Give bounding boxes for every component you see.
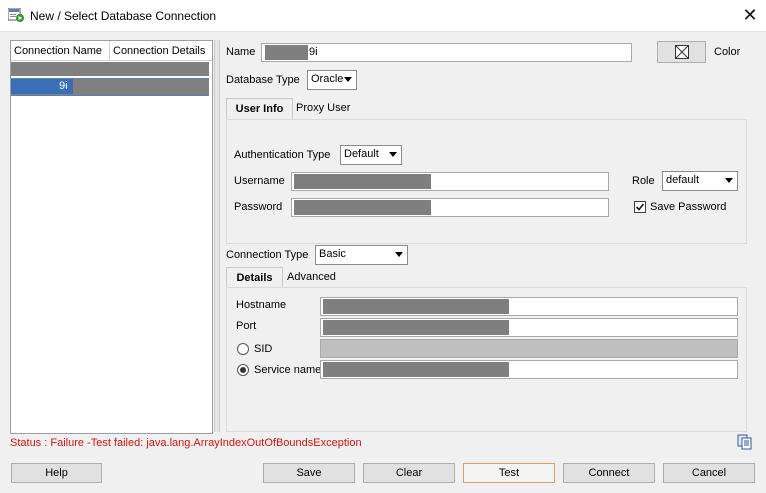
role-select[interactable]: default xyxy=(662,171,738,191)
connection-type-select[interactable]: Basic xyxy=(315,245,408,265)
chevron-down-icon xyxy=(725,178,733,183)
color-label: Color xyxy=(714,46,741,58)
tab-user-info[interactable]: User Info xyxy=(226,98,293,120)
password-input[interactable] xyxy=(291,198,609,217)
connect-button-label: Connect xyxy=(588,467,630,479)
chevron-down-icon xyxy=(344,77,352,82)
cancel-button-label: Cancel xyxy=(691,467,727,479)
redacted-text xyxy=(294,200,431,215)
tab-advanced[interactable]: Advanced xyxy=(287,271,336,283)
table-row[interactable] xyxy=(11,62,209,76)
redacted-text xyxy=(323,320,509,335)
connections-list: Connection Name Connection Details 9i xyxy=(10,40,213,434)
sid-label[interactable]: SID xyxy=(254,343,272,355)
column-header-connection-details[interactable]: Connection Details xyxy=(110,41,212,61)
hostname-input[interactable] xyxy=(320,297,738,316)
save-password-label[interactable]: Save Password xyxy=(650,201,726,213)
close-button[interactable]: ✕ xyxy=(738,4,762,26)
authentication-type-label: Authentication Type xyxy=(234,149,331,161)
help-button[interactable]: Help xyxy=(11,463,102,483)
connection-name-cell: 9i xyxy=(57,79,73,94)
connection-type-value: Basic xyxy=(319,248,346,260)
service-name-input[interactable] xyxy=(320,360,738,379)
title-bar: New / Select Database Connection ✕ xyxy=(0,0,766,32)
role-value: default xyxy=(666,174,700,186)
tab-details[interactable]: Details xyxy=(226,267,283,288)
sid-radio[interactable] xyxy=(237,343,249,355)
connect-button[interactable]: Connect xyxy=(563,463,655,483)
test-button-label: Test xyxy=(498,467,520,479)
database-type-value: Oracle xyxy=(311,73,344,85)
chevron-down-icon xyxy=(395,252,403,257)
database-type-select[interactable]: Oracle xyxy=(307,70,357,90)
save-button-label: Save xyxy=(296,467,322,479)
cancel-button[interactable]: Cancel xyxy=(663,463,755,483)
checkmark-icon xyxy=(635,203,645,211)
username-label: Username xyxy=(234,175,285,187)
chevron-down-icon xyxy=(389,152,397,157)
password-label: Password xyxy=(234,201,283,213)
redacted-text xyxy=(323,299,509,314)
clear-button[interactable]: Clear xyxy=(363,463,455,483)
port-input[interactable] xyxy=(320,318,738,337)
color-picker-icon xyxy=(674,45,689,59)
redacted-text xyxy=(323,362,509,377)
role-label: Role xyxy=(632,175,655,187)
database-type-label: Database Type xyxy=(226,74,300,86)
clear-button-label: Clear xyxy=(395,467,423,479)
service-name-radio[interactable] xyxy=(237,364,249,376)
tab-proxy-user[interactable]: Proxy User xyxy=(296,102,350,114)
database-connect-icon xyxy=(8,8,24,22)
service-name-label[interactable]: Service name xyxy=(254,364,321,376)
authentication-type-value: Default xyxy=(344,148,379,160)
hostname-label: Hostname xyxy=(236,299,287,311)
redacted-text xyxy=(265,45,308,60)
sid-input-disabled xyxy=(320,339,738,358)
panel-splitter[interactable] xyxy=(214,40,220,432)
name-input[interactable]: 9i xyxy=(261,43,632,62)
radio-selected-dot xyxy=(240,367,246,373)
username-input[interactable] xyxy=(291,172,609,191)
color-picker-button[interactable] xyxy=(657,41,706,63)
window-title: New / Select Database Connection xyxy=(30,9,217,23)
test-button[interactable]: Test xyxy=(463,463,555,483)
status-message: Status : Failure -Test failed: java.lang… xyxy=(10,437,362,449)
redacted-text xyxy=(294,174,431,189)
port-label: Port xyxy=(236,320,257,332)
authentication-type-select[interactable]: Default xyxy=(340,145,402,165)
column-header-connection-name[interactable]: Connection Name xyxy=(11,41,110,61)
copy-log-icon[interactable] xyxy=(737,434,753,450)
help-button-label: Help xyxy=(45,467,68,479)
name-label: Name xyxy=(226,46,256,58)
connection-type-label: Connection Type xyxy=(226,249,309,261)
name-value: 9i xyxy=(309,46,318,58)
save-button[interactable]: Save xyxy=(263,463,355,483)
save-password-checkbox[interactable] xyxy=(634,201,646,213)
